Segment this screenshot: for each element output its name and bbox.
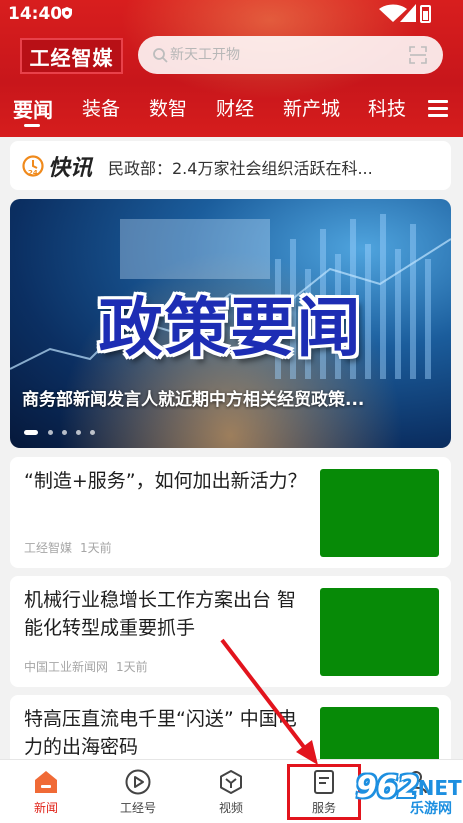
scan-icon[interactable] xyxy=(409,46,427,64)
news-title[interactable]: 特高压直流电千里“闪送” 中国电力的出海密码 xyxy=(24,705,309,761)
carousel-dot[interactable] xyxy=(76,430,81,435)
shield-icon xyxy=(62,7,72,19)
news-title[interactable]: “制造+服务”，如何加出新活力？ xyxy=(24,467,309,495)
watermark-cn: 乐游网 xyxy=(410,801,452,817)
search-input[interactable] xyxy=(170,44,400,66)
banner-headline: 政策要闻 xyxy=(98,291,363,366)
news-time: 1天前 xyxy=(116,660,148,674)
active-tab-indicator xyxy=(24,124,40,127)
carousel-dot[interactable] xyxy=(90,430,95,435)
news-source: 中国工业新闻网 xyxy=(24,660,109,674)
svg-text:24: 24 xyxy=(28,169,38,177)
category-tabs: 要闻 装备 数智 财经 新产城 科技 xyxy=(0,86,463,130)
news-meta: 工经智媒 1天前 xyxy=(24,539,112,556)
news-card[interactable]: “制造+服务”，如何加出新活力？ 工经智媒 1天前 xyxy=(10,457,451,568)
banner-caption[interactable]: 商务部新闻发言人就近期中方相关经贸政策... xyxy=(22,385,442,410)
news-thumbnail[interactable] xyxy=(320,588,439,676)
news-meta: 中国工业新闻网 1天前 xyxy=(24,658,148,675)
news-card[interactable]: 机械行业稳增长工作方案出台 智能化转型成重要抓手 中国工业新闻网 1天前 xyxy=(10,576,451,687)
watermark-net: .NET xyxy=(410,776,462,800)
signal-icon xyxy=(400,4,416,22)
nav-news[interactable]: 新闻 xyxy=(16,768,76,816)
tab-yaowen[interactable]: 要闻 xyxy=(13,94,53,123)
carousel-dot[interactable] xyxy=(62,430,67,435)
app-logo: 工经智媒 xyxy=(20,38,123,74)
nav-label: 视频 xyxy=(218,801,243,815)
nav-label: 新闻 xyxy=(33,801,58,815)
status-bar: 14:40 xyxy=(0,0,463,28)
tab-shuzhi[interactable]: 数智 xyxy=(149,94,187,121)
search-icon xyxy=(153,48,168,63)
battery-icon xyxy=(420,5,431,23)
status-time: 14:40 xyxy=(8,4,63,24)
video-cube-icon xyxy=(220,770,242,794)
tab-zhuangbei[interactable]: 装备 xyxy=(82,94,120,121)
header-bar: 14:40 工经智媒 要闻 装备 数智 财经 新产城 科技 xyxy=(0,0,463,137)
search-bar[interactable] xyxy=(138,36,443,74)
flash-title: 快讯 xyxy=(48,156,93,181)
carousel-dot[interactable] xyxy=(48,430,53,435)
carousel-dot-active[interactable] xyxy=(24,430,38,435)
news-source: 工经智媒 xyxy=(24,541,73,555)
home-icon xyxy=(35,771,57,793)
flash-news-bar[interactable]: 24 快讯 民政部：2.4万家社会组织活跃在科... xyxy=(10,141,451,190)
menu-icon[interactable] xyxy=(428,100,448,117)
tab-keji[interactable]: 科技 xyxy=(368,94,406,121)
nav-label: 工经号 xyxy=(119,801,156,815)
news-title[interactable]: 机械行业稳增长工作方案出台 智能化转型成重要抓手 xyxy=(24,586,309,642)
banner-carousel[interactable]: 政策要闻 商务部新闻发言人就近期中方相关经贸政策... xyxy=(10,199,451,448)
tab-xinchancheng[interactable]: 新产城 xyxy=(283,94,340,121)
clock-24-icon: 24 xyxy=(22,155,44,177)
flash-text[interactable]: 民政部：2.4万家社会组织活跃在科... xyxy=(108,155,373,179)
logo-text: 工经智媒 xyxy=(29,45,114,70)
watermark: 962 .NET 乐游网 xyxy=(346,770,463,820)
news-time: 1天前 xyxy=(80,541,112,555)
play-circle-icon xyxy=(125,769,151,795)
news-thumbnail[interactable] xyxy=(320,469,439,557)
nav-gongjinghao[interactable]: 工经号 xyxy=(108,768,168,816)
nav-video[interactable]: 视频 xyxy=(201,768,261,816)
tab-caijing[interactable]: 财经 xyxy=(216,94,254,121)
